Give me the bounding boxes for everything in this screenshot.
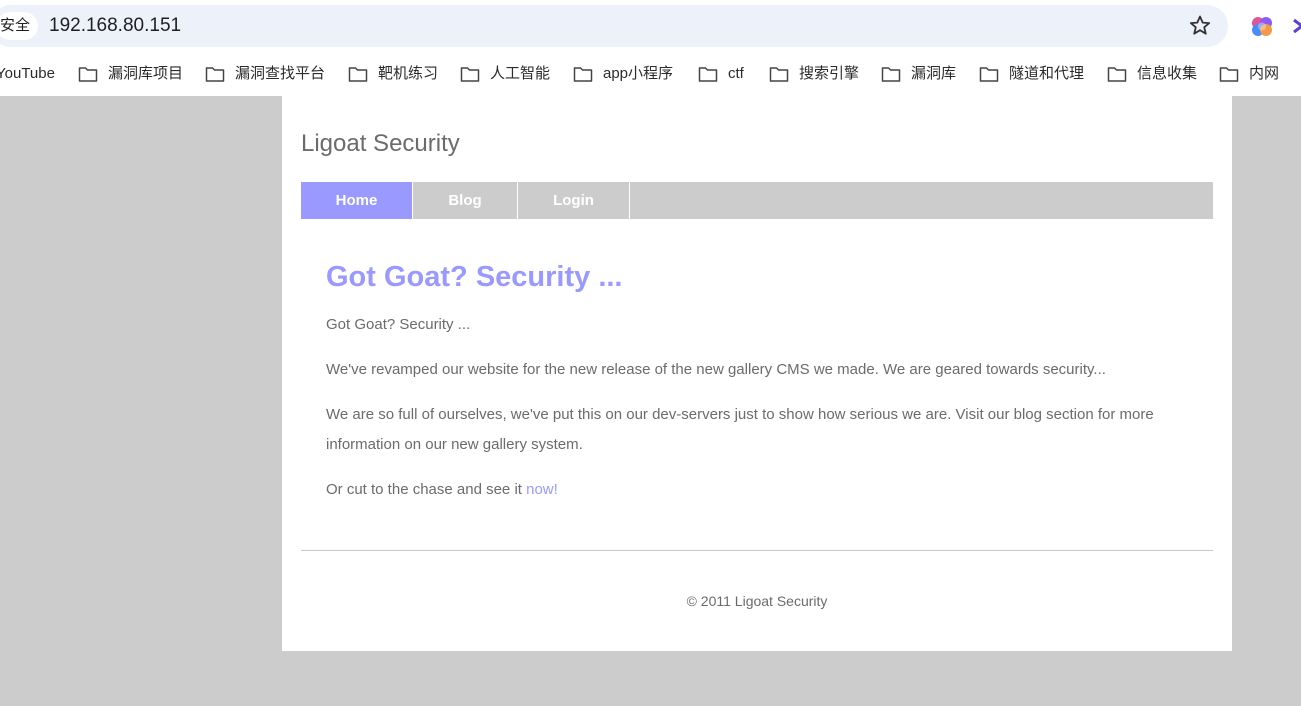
cta-paragraph: Or cut to the chase and see it now!: [326, 475, 1186, 505]
cta-text: Or cut to the chase and see it: [326, 481, 527, 498]
security-chip[interactable]: 安全: [0, 12, 39, 40]
bookmark-label: 人工智能: [490, 65, 551, 82]
folder-icon: [205, 65, 225, 83]
nav-login[interactable]: Login: [518, 182, 630, 219]
folder-icon: [348, 65, 368, 83]
bookmark-label: 信息收集: [1137, 65, 1198, 82]
extension-icon-2[interactable]: [1292, 16, 1301, 36]
site-title: Ligoat Security: [301, 130, 460, 157]
bookmark-label: ctf: [728, 65, 744, 82]
nav-blog[interactable]: Blog: [413, 182, 518, 219]
folder-icon: [698, 65, 718, 83]
footer-copyright: © 2011 Ligoat Security: [686, 593, 828, 609]
omnibox[interactable]: [0, 5, 1228, 47]
bookmark-star-icon[interactable]: [1186, 12, 1214, 40]
bookmark-label: YouTube: [0, 65, 55, 82]
bookmark-label: 漏洞查找平台: [235, 65, 326, 82]
extension-icon[interactable]: [1250, 14, 1274, 38]
address-bar: 安全 192.168.80.151: [0, 0, 1301, 52]
folder-icon: [769, 65, 789, 83]
bookmark-youtube[interactable]: YouTube: [0, 63, 55, 85]
body-paragraph: We are so full of ourselves, we've put t…: [326, 406, 1154, 453]
page-container: Ligoat Security Home Blog Login Got Goat…: [282, 96, 1232, 651]
page-headline: Got Goat? Security ...: [326, 261, 623, 293]
folder-icon: [1107, 65, 1127, 83]
folder-icon: [979, 65, 999, 83]
bookmark-label: 内网: [1249, 65, 1280, 82]
url-text[interactable]: 192.168.80.151: [49, 13, 181, 39]
bookmark-label: 搜索引擎: [799, 65, 860, 82]
footer-divider: [301, 550, 1213, 551]
folder-icon: [573, 65, 593, 83]
folder-icon: [460, 65, 480, 83]
intro-paragraph: Got Goat? Security ...: [326, 316, 471, 333]
folder-icon: [881, 65, 901, 83]
bookmark-label: 漏洞库项目: [108, 65, 184, 82]
bookmark-label: app小程序: [603, 65, 674, 82]
body-paragraph: We've revamped our website for the new r…: [326, 361, 1106, 378]
bookmark-label: 漏洞库: [911, 65, 957, 82]
main-nav: Home Blog Login: [301, 182, 1213, 219]
bookmark-label: 靶机练习: [378, 65, 439, 82]
now-link[interactable]: now!: [526, 481, 558, 498]
nav-home[interactable]: Home: [301, 182, 413, 219]
bookmarks-bar: YouTube 漏洞库项目 漏洞查找平台 靶机练习 人工智能 app小程序 ct…: [0, 52, 1301, 96]
folder-icon: [1219, 65, 1239, 83]
folder-icon: [78, 65, 98, 83]
bookmark-label: 隧道和代理: [1009, 65, 1085, 82]
main-content: Got Goat? Security ... Got Goat? Securit…: [326, 256, 1186, 505]
